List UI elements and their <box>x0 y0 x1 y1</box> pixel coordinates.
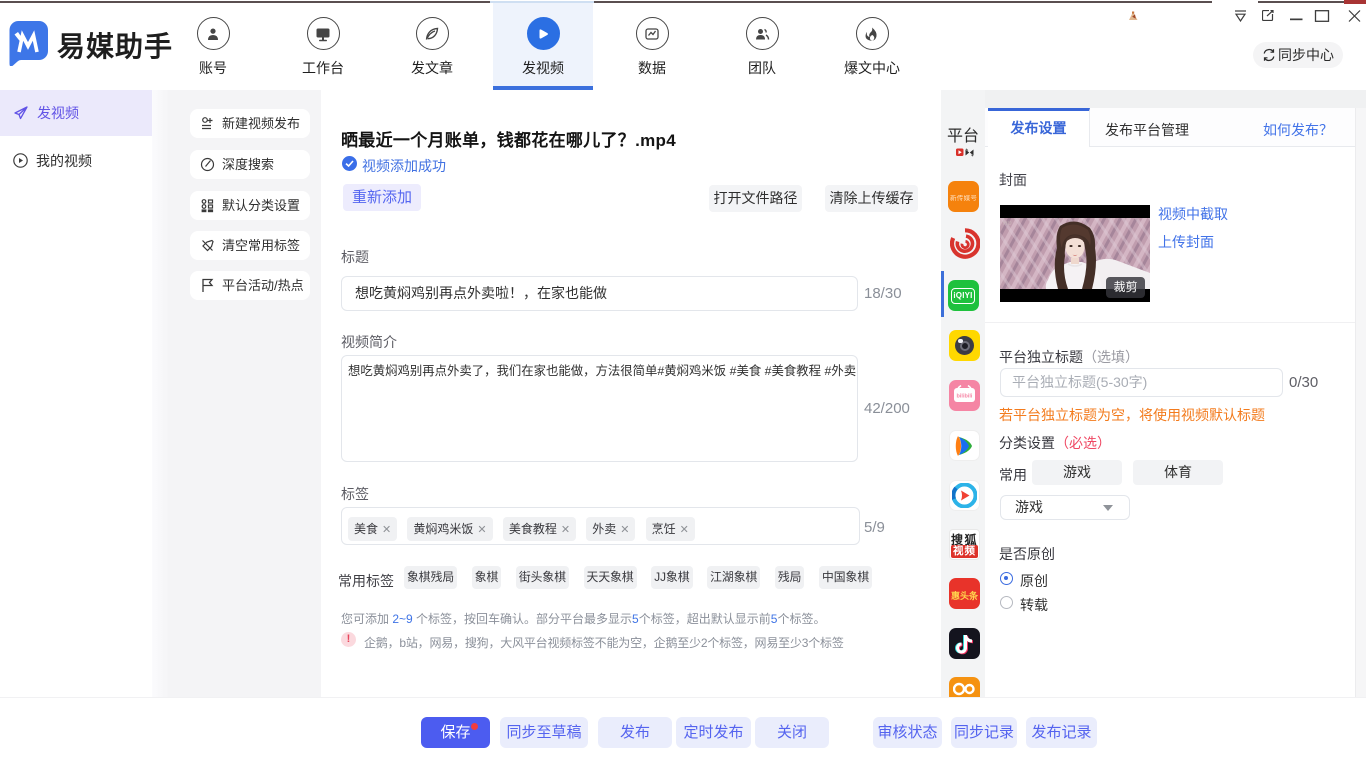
svg-text:bilibili: bilibili <box>957 394 973 400</box>
